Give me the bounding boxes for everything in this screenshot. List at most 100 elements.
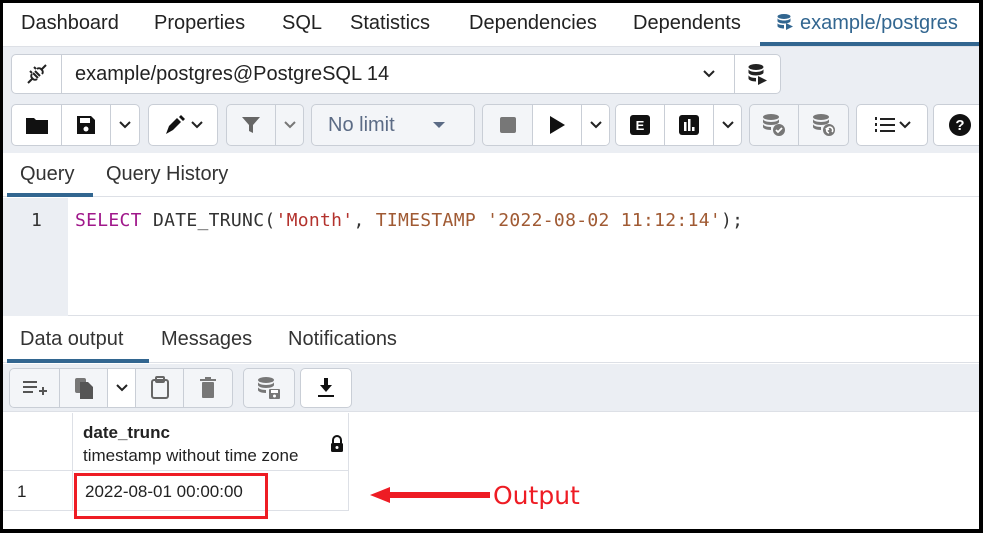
execute-button[interactable] (533, 105, 582, 145)
rollback-button[interactable] (799, 105, 848, 145)
explain-button-group: E (615, 104, 742, 146)
tab-dependents[interactable]: Dependents (633, 12, 741, 35)
chevron-down-icon (703, 70, 715, 78)
sql-timestamp-literal: '2022-08-02 11:12:14' (487, 210, 721, 231)
chevron-down-icon (898, 121, 911, 129)
filter-button[interactable] (227, 105, 276, 145)
commit-button[interactable] (750, 105, 799, 145)
sql-end: ); (720, 210, 744, 231)
save-data-button[interactable] (244, 369, 294, 407)
save-options-dropdown[interactable] (111, 105, 139, 145)
lock-icon (331, 435, 343, 452)
help-button[interactable]: ? (934, 105, 979, 145)
row-number-cell[interactable]: 1 (3, 471, 73, 511)
sql-editor[interactable]: 1 SELECT DATE_TRUNC('Month', TIMESTAMP '… (3, 198, 979, 316)
save-data-button-group (243, 368, 295, 408)
execute-button-group (482, 104, 610, 146)
select-all-corner[interactable] (3, 413, 73, 471)
output-highlight-box (74, 473, 268, 519)
question-icon: ? (949, 114, 971, 136)
active-tab-indicator (760, 42, 979, 46)
new-connection-button[interactable] (734, 55, 780, 93)
pgadmin-query-tool: Dashboard Properties SQL Statistics Depe… (3, 3, 979, 529)
chevron-down-icon (115, 384, 128, 392)
copy-icon (74, 378, 93, 399)
macros-dropdown-button[interactable] (857, 105, 927, 145)
tab-dependencies[interactable]: Dependencies (469, 12, 597, 35)
caret-down-icon (433, 122, 445, 128)
connection-dropdown[interactable] (684, 55, 734, 93)
chevron-down-icon (589, 121, 602, 129)
chevron-down-icon (190, 121, 203, 129)
save-file-button[interactable] (62, 105, 111, 145)
sql-keyword: SELECT (75, 210, 142, 231)
active-tab-indicator (7, 193, 93, 197)
stop-button[interactable] (483, 105, 533, 145)
folder-icon (25, 118, 48, 134)
code-line[interactable]: SELECT DATE_TRUNC('Month', TIMESTAMP '20… (75, 210, 743, 231)
tab-sql[interactable]: SQL (282, 12, 322, 35)
svg-text:E: E (636, 118, 645, 133)
tab-query[interactable]: Query (20, 163, 74, 186)
add-row-icon (22, 381, 47, 395)
connection-status-button[interactable] (12, 55, 62, 93)
tab-query-tool[interactable]: example/postgres (776, 12, 958, 35)
help-button-group: ? (933, 104, 979, 146)
column-header[interactable]: date_trunc timestamp without time zone (73, 413, 349, 471)
line-number-gutter: 1 (3, 198, 68, 316)
tab-query-tool-label: example/postgres (800, 12, 958, 34)
tab-messages[interactable]: Messages (161, 328, 252, 351)
filter-options-dropdown[interactable] (276, 105, 303, 145)
sql-function: DATE_TRUNC( (141, 210, 276, 231)
output-toolbar (3, 364, 979, 412)
open-file-button[interactable] (12, 105, 62, 145)
connection-selector[interactable]: example/postgres@PostgreSQL 14 (11, 54, 781, 94)
explain-analyze-button[interactable] (665, 105, 714, 145)
plug-connected-icon (26, 64, 47, 84)
edit-button-group (148, 104, 218, 146)
trash-icon (200, 377, 216, 398)
database-save-icon (258, 377, 280, 399)
download-button-group (300, 368, 352, 408)
tab-query-history[interactable]: Query History (106, 163, 228, 186)
tab-properties[interactable]: Properties (154, 12, 245, 35)
copy-button[interactable] (60, 369, 108, 407)
row-number: 1 (17, 482, 27, 501)
pencil-icon (165, 115, 185, 134)
file-button-group (11, 104, 140, 146)
edit-dropdown-button[interactable] (149, 105, 217, 145)
tab-dashboard[interactable]: Dashboard (21, 12, 119, 35)
explain-icon: E (630, 115, 650, 135)
copy-options-dropdown[interactable] (108, 369, 136, 407)
connection-value: example/postgres@PostgreSQL 14 (75, 63, 390, 85)
clipboard-icon (150, 376, 169, 399)
sql-type-keyword: TIMESTAMP (375, 210, 476, 231)
filter-icon (242, 117, 260, 133)
download-button[interactable] (301, 369, 351, 407)
explain-options-dropdown[interactable] (714, 105, 741, 145)
sql-space (476, 210, 487, 231)
paste-button[interactable] (136, 369, 184, 407)
add-row-button[interactable] (10, 369, 60, 407)
column-type: timestamp without time zone (83, 446, 299, 465)
save-icon (77, 116, 95, 134)
row-limit-select[interactable]: No limit (311, 104, 475, 146)
explain-button[interactable]: E (616, 105, 665, 145)
row-limit-value: No limit (328, 113, 395, 136)
play-icon (550, 116, 565, 134)
tab-statistics[interactable]: Statistics (350, 12, 430, 35)
row-limit-dropdown[interactable]: No limit (312, 105, 474, 145)
top-tab-bar: Dashboard Properties SQL Statistics Depe… (3, 3, 979, 47)
chevron-down-icon (721, 121, 734, 129)
numbered-list-icon (874, 117, 895, 132)
bar-chart-icon (679, 115, 699, 135)
output-annotation-label: Output (493, 481, 580, 510)
line-number: 1 (31, 210, 42, 231)
tab-notifications[interactable]: Notifications (288, 328, 397, 351)
chevron-down-icon (283, 121, 296, 129)
delete-button[interactable] (184, 369, 232, 407)
execute-options-dropdown[interactable] (582, 105, 609, 145)
transaction-button-group (749, 104, 849, 146)
tab-data-output[interactable]: Data output (20, 328, 123, 351)
filter-button-group (226, 104, 304, 146)
